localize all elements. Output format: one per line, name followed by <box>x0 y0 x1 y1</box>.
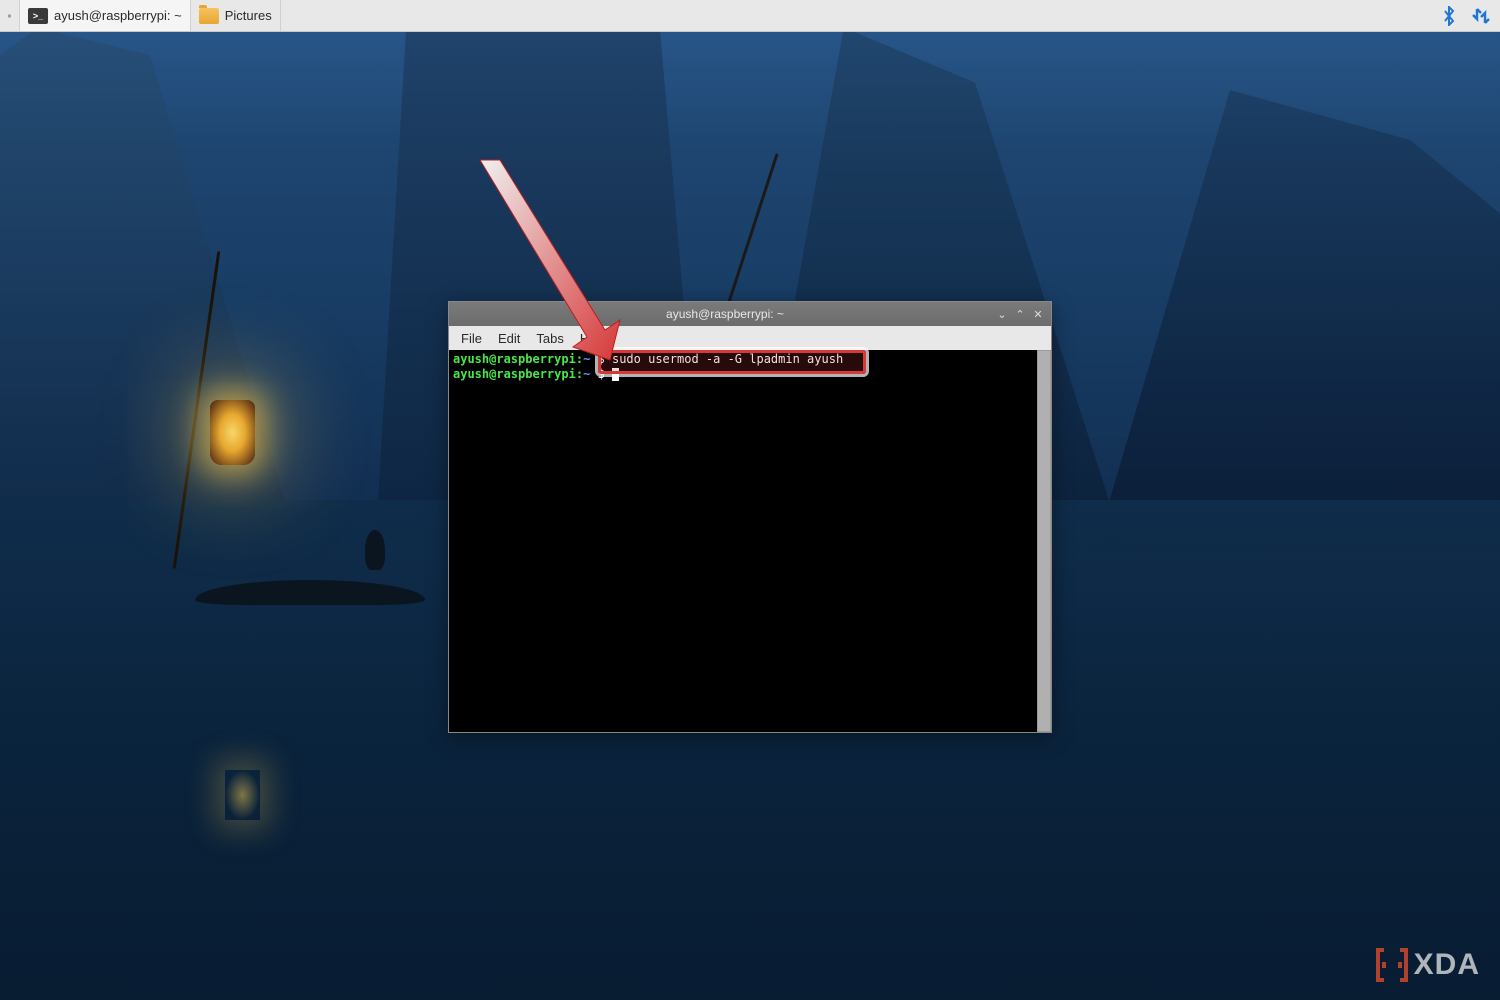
terminal-body[interactable]: ayush@raspberrypi:~ $ sudo usermod -a -G… <box>449 350 1051 732</box>
terminal-command: sudo usermod -a -G lpadmin ayush <box>612 352 843 366</box>
taskbar-item-label: Pictures <box>225 8 272 23</box>
window-title: ayush@raspberrypi: ~ <box>455 307 995 321</box>
window-buttons: ⌄ ⌃ ✕ <box>995 307 1045 321</box>
terminal-cursor <box>612 368 619 381</box>
menu-icon <box>8 10 11 22</box>
watermark: XDA <box>1376 948 1480 982</box>
wallpaper-bird <box>365 530 385 570</box>
window-close-button[interactable]: ✕ <box>1031 307 1045 321</box>
taskbar-item-pictures[interactable]: Pictures <box>191 0 281 31</box>
terminal-scrollbar[interactable] <box>1037 350 1051 732</box>
taskbar-menu-button[interactable] <box>0 0 20 31</box>
wallpaper-pole <box>720 153 778 325</box>
prompt-user: ayush@raspberrypi <box>453 352 576 366</box>
taskbar-item-label: ayush@raspberrypi: ~ <box>54 8 182 23</box>
window-minimize-button[interactable]: ⌄ <box>995 307 1009 321</box>
prompt-colon: : <box>576 367 583 381</box>
menu-help[interactable]: Help <box>572 329 615 348</box>
window-titlebar[interactable]: ayush@raspberrypi: ~ ⌄ ⌃ ✕ <box>449 302 1051 326</box>
taskbar: >_ ayush@raspberrypi: ~ Pictures <box>0 0 1500 32</box>
wallpaper-lantern-reflection <box>225 770 260 820</box>
menu-tabs[interactable]: Tabs <box>528 329 571 348</box>
wallpaper-mountain <box>0 0 300 550</box>
folder-icon <box>199 8 219 24</box>
taskbar-item-terminal[interactable]: >_ ayush@raspberrypi: ~ <box>20 0 191 31</box>
window-menubar: File Edit Tabs Help <box>449 326 1051 350</box>
window-maximize-button[interactable]: ⌃ <box>1013 307 1027 321</box>
prompt-dollar: $ <box>590 352 612 366</box>
terminal-line: ayush@raspberrypi:~ $ sudo usermod -a -G… <box>453 352 1047 367</box>
prompt-colon: : <box>576 352 583 366</box>
menu-edit[interactable]: Edit <box>490 329 528 348</box>
watermark-bracket-icon <box>1376 948 1408 982</box>
prompt-user: ayush@raspberrypi <box>453 367 576 381</box>
terminal-line: ayush@raspberrypi:~ $ <box>453 367 1047 382</box>
terminal-icon: >_ <box>28 8 48 24</box>
watermark-text: XDA <box>1414 948 1480 982</box>
prompt-dollar: $ <box>590 367 612 381</box>
terminal-window: ayush@raspberrypi: ~ ⌄ ⌃ ✕ File Edit Tab… <box>448 301 1052 733</box>
menu-file[interactable]: File <box>453 329 490 348</box>
bluetooth-icon[interactable] <box>1438 5 1460 27</box>
wallpaper-lantern <box>210 400 255 465</box>
network-icon[interactable] <box>1470 5 1492 27</box>
taskbar-tray <box>1438 0 1500 31</box>
wallpaper-mountain <box>1095 50 1500 550</box>
scrollbar-thumb[interactable] <box>1037 350 1051 732</box>
